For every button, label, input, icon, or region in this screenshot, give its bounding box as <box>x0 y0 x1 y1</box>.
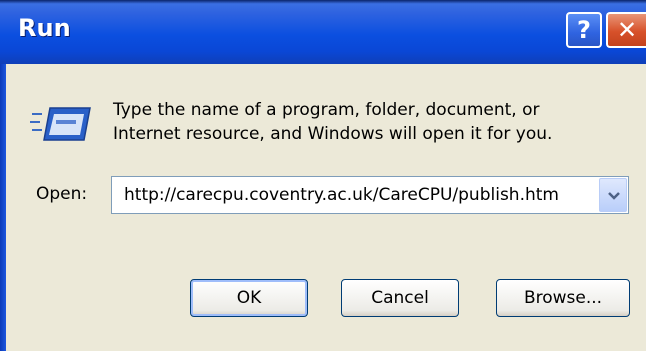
open-combobox[interactable]: http://carecpu.coventry.ac.uk/CareCPU/pu… <box>111 176 629 214</box>
dropdown-button[interactable] <box>599 178 627 212</box>
description-line-1: Type the name of a program, folder, docu… <box>113 100 540 120</box>
close-button[interactable]: ✕ <box>606 12 646 48</box>
description: Type the name of a program, folder, docu… <box>113 98 633 146</box>
open-label: Open: <box>36 184 88 204</box>
run-dialog: Run ? ✕ Type the name of a program, fold… <box>0 0 646 351</box>
ok-button[interactable]: OK <box>190 279 308 317</box>
run-icon <box>30 107 91 141</box>
cancel-button[interactable]: Cancel <box>341 279 459 317</box>
title-bar[interactable]: Run ? ✕ <box>0 0 646 64</box>
open-input[interactable]: http://carecpu.coventry.ac.uk/CareCPU/pu… <box>124 185 596 205</box>
window-title: Run <box>18 14 71 42</box>
browse-button[interactable]: Browse... <box>496 279 630 317</box>
window-border <box>0 64 6 351</box>
chevron-down-icon <box>608 192 620 200</box>
description-line-2: Internet resource, and Windows will open… <box>113 124 553 144</box>
help-button[interactable]: ? <box>566 12 602 48</box>
